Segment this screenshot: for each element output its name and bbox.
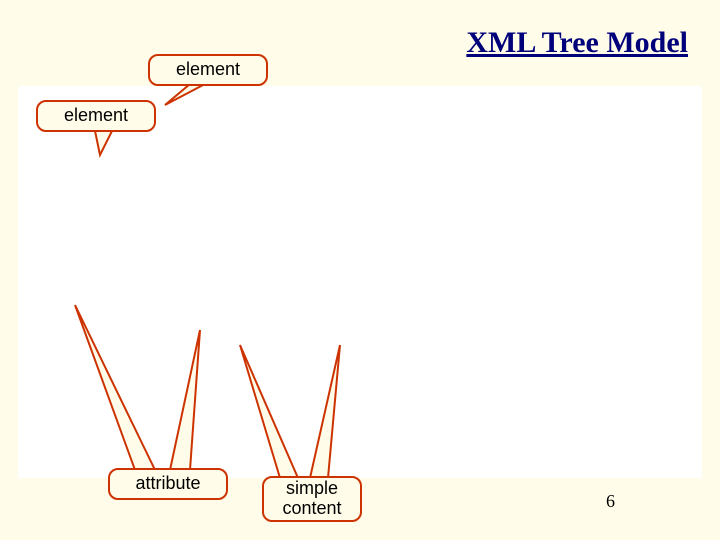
callout-label: simple content — [282, 479, 341, 519]
callout-attribute: attribute — [108, 468, 228, 500]
callout-simple-content: simple content — [262, 476, 362, 522]
content-area — [18, 86, 702, 478]
page-number: 6 — [606, 491, 615, 512]
callout-label: attribute — [135, 474, 200, 494]
callout-element-top: element — [148, 54, 268, 86]
callout-label: element — [176, 60, 240, 80]
page-title: XML Tree Model — [466, 26, 688, 60]
callout-label: element — [64, 106, 128, 126]
callout-element-left: element — [36, 100, 156, 132]
